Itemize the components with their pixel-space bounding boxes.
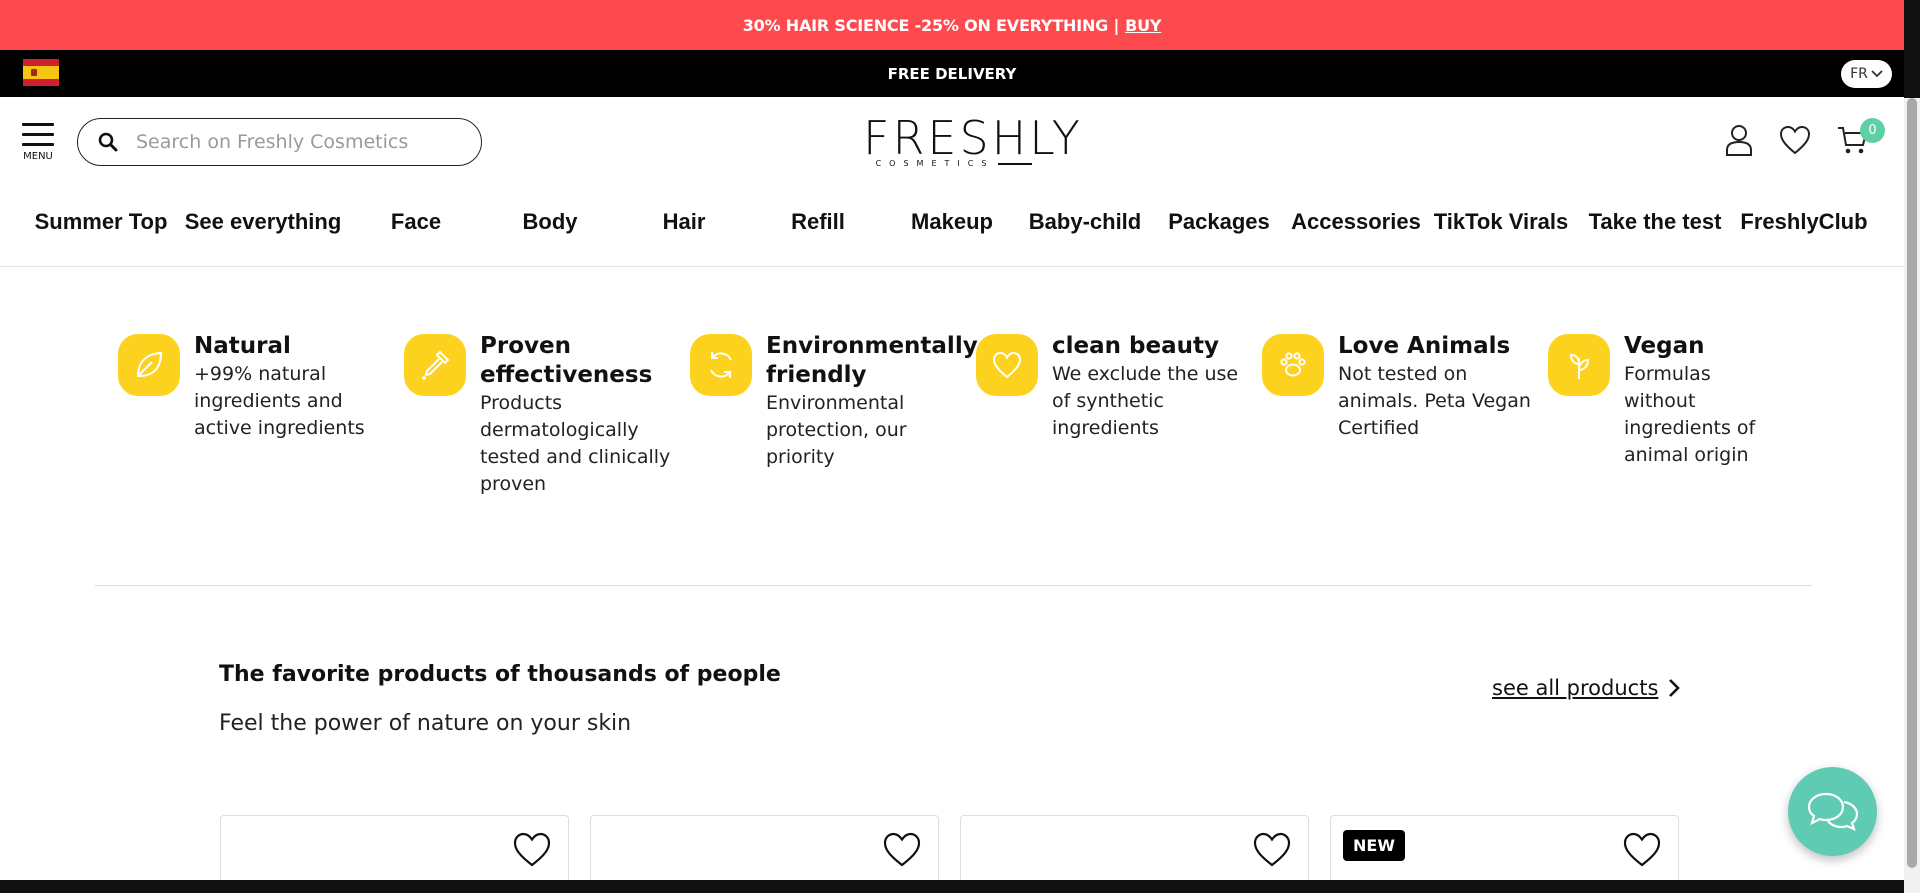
- feature-title: clean beauty: [1052, 333, 1219, 359]
- logo-sub: COSMETICS: [875, 159, 995, 168]
- promo-buy-link[interactable]: BUY: [1125, 16, 1161, 35]
- wishlist-heart-icon[interactable]: [512, 830, 552, 868]
- chevron-down-icon: [1871, 70, 1883, 78]
- see-all-products-link[interactable]: see all products: [1492, 676, 1681, 700]
- search-box[interactable]: [77, 118, 482, 166]
- menu-button[interactable]: MENU: [22, 123, 54, 165]
- see-all-label: see all products: [1492, 676, 1659, 700]
- nav-freshlyclub[interactable]: FreshlyClub: [1740, 209, 1867, 235]
- nav-packages[interactable]: Packages: [1168, 209, 1270, 235]
- search-icon[interactable]: [98, 132, 118, 152]
- nav-summer-top[interactable]: Summer Top: [35, 209, 168, 235]
- nav-refill[interactable]: Refill: [791, 209, 845, 235]
- new-badge: NEW: [1343, 830, 1405, 861]
- logo-word: FRESHLY: [863, 111, 1083, 165]
- promo-text: 30% HAIR SCIENCE -25% ON EVERYTHING |: [742, 15, 1120, 35]
- chat-button[interactable]: [1788, 767, 1877, 856]
- language-label: FR: [1850, 66, 1868, 82]
- language-selector[interactable]: FR: [1841, 60, 1892, 88]
- feature-title: Environmentally friendly: [766, 333, 978, 388]
- paw-icon: [1262, 334, 1324, 396]
- wishlist-heart-icon[interactable]: [1252, 830, 1292, 868]
- site-header: MENU FRESHLY COSMETICS 0 Summer Top See …: [0, 97, 1904, 267]
- chevron-right-icon: [1669, 679, 1681, 697]
- dropper-icon: [404, 334, 466, 396]
- nav-baby-child[interactable]: Baby-child: [1029, 209, 1141, 235]
- bottom-bar: [0, 880, 1904, 893]
- wishlist-heart-icon[interactable]: [1622, 830, 1662, 868]
- user-account-icon[interactable]: [1722, 123, 1756, 157]
- feature-desc: Formulas without ingredients of animal o…: [1624, 363, 1756, 466]
- section-title: The favorite products of thousands of pe…: [219, 662, 781, 687]
- nav-body[interactable]: Body: [523, 209, 578, 235]
- recycle-icon: [690, 334, 752, 396]
- nav-take-the-test[interactable]: Take the test: [1589, 209, 1722, 235]
- sprout-icon: [1548, 334, 1610, 396]
- page-scrollbar[interactable]: [1904, 0, 1920, 893]
- spain-flag-icon[interactable]: [23, 59, 59, 86]
- chat-bubbles-icon: [1807, 792, 1858, 831]
- nav-face[interactable]: Face: [391, 209, 441, 235]
- feature-desc: Environmental protection, our priority: [766, 392, 907, 468]
- section-subtitle: Feel the power of nature on your skin: [219, 711, 632, 736]
- section-divider: [95, 585, 1812, 586]
- delivery-bar: FREE DELIVERY FR: [0, 50, 1904, 97]
- cart-count-badge: 0: [1860, 118, 1885, 143]
- scrollbar-thumb[interactable]: [1907, 98, 1917, 868]
- wishlist-heart-icon[interactable]: [882, 830, 922, 868]
- nav-see-everything[interactable]: See everything: [185, 209, 342, 235]
- feature-desc: We exclude the use of synthetic ingredie…: [1052, 363, 1239, 439]
- feature-desc: Not tested on animals. Peta Vegan Certif…: [1338, 363, 1531, 439]
- feature-title: Love Animals: [1338, 333, 1511, 359]
- features-row: Natural +99% natural ingredients and act…: [118, 332, 1838, 512]
- freshly-logo[interactable]: FRESHLY COSMETICS: [863, 111, 1083, 171]
- feature-title: Natural: [194, 333, 291, 359]
- nav-accessories[interactable]: Accessories: [1291, 209, 1421, 235]
- search-input[interactable]: [136, 131, 456, 153]
- nav-hair[interactable]: Hair: [663, 209, 706, 235]
- feature-desc: Products dermatologically tested and cli…: [480, 392, 671, 495]
- promo-bar: 30% HAIR SCIENCE -25% ON EVERYTHING | BU…: [0, 0, 1904, 50]
- feature-title: Proven effectiveness: [480, 333, 653, 388]
- heart-icon: [976, 334, 1038, 396]
- nav-makeup[interactable]: Makeup: [911, 209, 993, 235]
- leaf-icon: [118, 334, 180, 396]
- menu-label: MENU: [23, 151, 53, 162]
- nav-tiktok-virals[interactable]: TikTok Virals: [1434, 209, 1569, 235]
- delivery-text: FREE DELIVERY: [887, 64, 1017, 83]
- feature-desc: +99% natural ingredients and active ingr…: [194, 363, 365, 439]
- main-nav: Summer Top See everything Face Body Hair…: [0, 209, 1904, 249]
- feature-title: Vegan: [1624, 333, 1705, 359]
- wishlist-heart-icon[interactable]: [1778, 123, 1812, 157]
